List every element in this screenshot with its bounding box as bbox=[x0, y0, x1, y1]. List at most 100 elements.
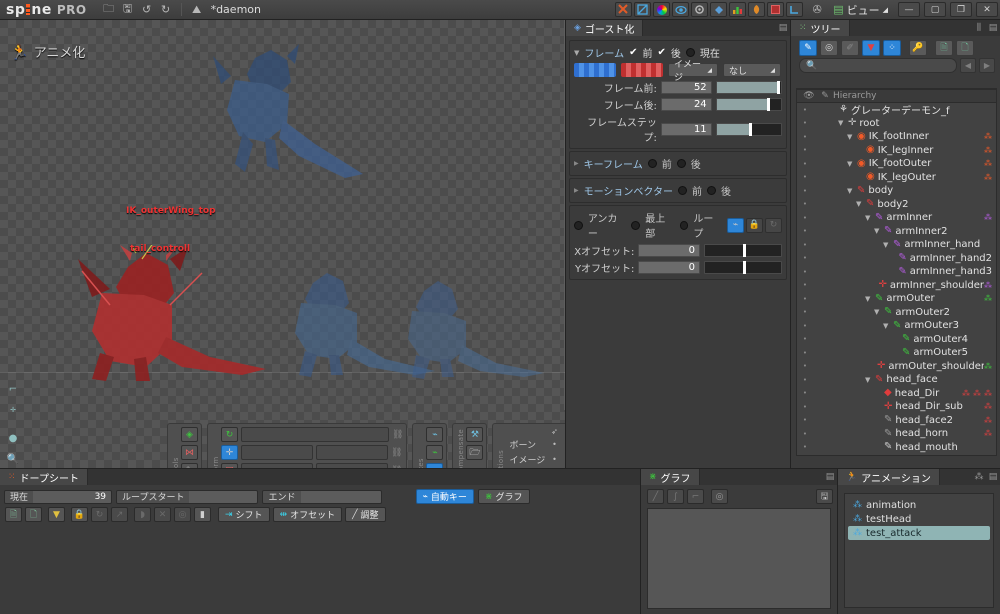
constraint-badge-icon[interactable]: ⁂ bbox=[962, 389, 970, 398]
visibility-toggle[interactable]: • bbox=[797, 349, 813, 357]
visibility-toggle[interactable]: • bbox=[797, 281, 813, 289]
undo-view-icon[interactable] bbox=[786, 2, 804, 17]
image-select-toggle[interactable]: • bbox=[547, 455, 561, 464]
tree-rows[interactable]: • ⚘ グレーターデーモン_f • ▼ ✛ root • ▼ ◉ IK_footInner ⁂ • ◉ IK… bbox=[797, 103, 996, 455]
maximize-button[interactable]: ▢ bbox=[924, 2, 946, 17]
tree-row[interactable]: • ◉ IK_legOuter ⁂ bbox=[797, 171, 996, 185]
ghost-color-after-swatch[interactable] bbox=[621, 63, 663, 77]
tree-row[interactable]: • ▼ ◉ IK_footOuter ⁂ bbox=[797, 157, 996, 171]
options-row-bone[interactable]: ボーン • • • bbox=[509, 438, 565, 451]
visibility-toggle[interactable]: • bbox=[797, 308, 813, 316]
tree-row[interactable]: • ▼ ✎ armInner_hand bbox=[797, 238, 996, 252]
tree-row[interactable]: • ▼ ✛ root bbox=[797, 117, 996, 131]
ease-icon[interactable]: ↗ bbox=[111, 507, 128, 522]
visibility-toggle[interactable]: • bbox=[797, 295, 813, 303]
frame-step-field-value[interactable]: 11 bbox=[660, 122, 712, 136]
visibility-toggle[interactable]: • bbox=[797, 200, 813, 208]
ghost-icon[interactable] bbox=[710, 2, 728, 17]
visibility-toggle[interactable]: • bbox=[797, 146, 813, 154]
eye-icon[interactable] bbox=[672, 2, 690, 17]
constraint-badge-icon[interactable]: ⁂ bbox=[984, 173, 992, 182]
create-icon[interactable]: ◈ bbox=[181, 427, 198, 442]
transform-row-rotate[interactable]: ↻ ⛓ bbox=[221, 427, 403, 442]
graph-tools[interactable]: ╱ ∫ ⌐ ◎ 🖫 bbox=[641, 485, 837, 506]
tree-row[interactable]: • ▼ ✎ armOuter ⁂ bbox=[797, 292, 996, 306]
close-button[interactable]: ✕ bbox=[976, 2, 998, 17]
target-icon[interactable]: ◎ bbox=[711, 489, 728, 504]
end-value[interactable] bbox=[300, 490, 381, 503]
twist-icon[interactable]: ▼ bbox=[874, 227, 881, 235]
visibility-toggle[interactable]: • bbox=[797, 443, 813, 451]
compensate-palette[interactable]: Compensate ⚒ 🗁 bbox=[452, 423, 488, 468]
visibility-toggle[interactable]: • bbox=[797, 187, 813, 195]
visibility-toggle[interactable]: • bbox=[797, 403, 813, 411]
loop-icon[interactable]: ↻ bbox=[91, 507, 108, 522]
visibility-toggle[interactable]: • bbox=[797, 430, 813, 438]
twist-icon[interactable]: ▼ bbox=[865, 376, 872, 384]
visibility-toggle[interactable]: • bbox=[797, 389, 813, 397]
slot-filter-icon[interactable]: ◎ bbox=[820, 40, 838, 56]
panel-menu-icon[interactable]: ▤ bbox=[823, 469, 837, 485]
tree-sort-icon[interactable]: ⫼ bbox=[972, 20, 986, 36]
frame-before-slider[interactable] bbox=[715, 81, 782, 94]
twist-icon[interactable]: ▼ bbox=[874, 308, 881, 316]
key-selected-icon[interactable]: 🗋 bbox=[25, 507, 42, 522]
redo-icon[interactable]: ↻ bbox=[158, 2, 174, 18]
ghost-icon[interactable]: ◗ bbox=[134, 507, 151, 522]
graph-icon[interactable] bbox=[729, 2, 747, 17]
selection-filter-icon[interactable]: ⁘ bbox=[883, 40, 901, 56]
tree-row[interactable]: • ▼ ✎ armInner ⁂ bbox=[797, 211, 996, 225]
twist-icon[interactable]: ▼ bbox=[847, 160, 854, 168]
tree-row[interactable]: • ▼ ◉ IK_footInner ⁂ bbox=[797, 130, 996, 144]
compensate-image-icon[interactable]: 🗁 bbox=[466, 445, 484, 460]
lock-icon[interactable]: 🔒 bbox=[71, 507, 88, 522]
ghost-none-dropdown[interactable]: なし ◢ bbox=[723, 63, 781, 77]
expand-icon[interactable]: 🗋 bbox=[956, 40, 974, 56]
twist-icon[interactable]: ▼ bbox=[856, 200, 863, 208]
constraint-badge-icon[interactable]: ⁂ bbox=[984, 213, 992, 222]
crop-icon[interactable]: ⌐ bbox=[6, 382, 21, 396]
minimize-button[interactable]: — bbox=[898, 2, 920, 17]
tree-row[interactable]: • ✎ armInner_hand2 bbox=[797, 252, 996, 266]
offset-button[interactable]: ⇹ オフセット bbox=[272, 507, 343, 522]
constraint-filter-icon[interactable]: ▼ bbox=[862, 40, 880, 56]
view-menu-button[interactable]: ▤ ビュー ◢ bbox=[827, 2, 894, 18]
mesh-filter-icon[interactable]: ✐ bbox=[841, 40, 859, 56]
ghost-type-dropdown[interactable]: イメージ ◢ bbox=[668, 60, 718, 83]
frame-after-check[interactable]: ✔ bbox=[657, 47, 665, 58]
viewport[interactable]: 🏃 アニメ化 IK_outerWing_top tail_controll ⌐ … bbox=[0, 20, 565, 468]
twist-icon[interactable]: ▼ bbox=[883, 322, 890, 330]
tab-tree[interactable]: ⁙ ツリー bbox=[791, 20, 850, 36]
constraint-badge-icon[interactable]: ⁂ bbox=[984, 402, 992, 411]
tree-row[interactable]: • ✎ armOuter4 bbox=[797, 333, 996, 347]
top-check[interactable] bbox=[631, 220, 641, 230]
tree-row[interactable]: • ▼ ✎ head_face bbox=[797, 373, 996, 387]
shift-button[interactable]: ⇥ シフト bbox=[218, 507, 270, 522]
search-filter-icon[interactable]: 🔑 bbox=[909, 40, 927, 56]
color-icon[interactable] bbox=[653, 2, 671, 17]
export-icon[interactable]: ⛰ bbox=[189, 2, 205, 18]
motion-before-check[interactable] bbox=[678, 186, 688, 195]
current-frame-value[interactable]: 39 bbox=[33, 490, 112, 503]
tree-row[interactable]: • ▼ ✎ armOuter2 bbox=[797, 306, 996, 320]
constraint-badge-icon[interactable]: ⁂ bbox=[984, 389, 992, 398]
tree-body[interactable]: 👁 ✎ Hierarchy • ⚘ グレーターデーモン_f • ▼ ✛ root • ▼ ◉ IK_… bbox=[796, 88, 997, 456]
frame-step-slider[interactable] bbox=[715, 122, 782, 136]
visibility-toggle[interactable]: • bbox=[797, 241, 813, 249]
bone-filter-icon[interactable]: ✎ bbox=[799, 40, 817, 56]
autokey-button[interactable]: ⌁ 自動キー bbox=[415, 489, 474, 504]
twist-icon[interactable]: ▼ bbox=[883, 241, 890, 249]
constraint-badge-icon[interactable]: ⁂ bbox=[984, 146, 992, 155]
transform-palette[interactable]: Transform ↻ ⛓ ✛ ⛓ ◪ bbox=[207, 423, 408, 468]
nav-back-button[interactable]: ◀ bbox=[960, 58, 976, 73]
bind-icon[interactable]: ⋈ bbox=[181, 445, 198, 460]
key-all-icon[interactable]: 🗎 bbox=[5, 507, 22, 522]
tree-row[interactable]: •▼✎wingInner_ALL bbox=[797, 454, 996, 455]
skeleton-icon[interactable] bbox=[615, 2, 633, 17]
anchor-check[interactable] bbox=[574, 220, 583, 230]
tree-row[interactable]: • ✛ armOuter_shoulder ⁂ bbox=[797, 360, 996, 374]
end-field[interactable]: エンド bbox=[262, 489, 382, 504]
link-icon[interactable]: ⛓ bbox=[392, 430, 403, 440]
visibility-toggle[interactable]: • bbox=[797, 416, 813, 424]
tree-row[interactable]: • ⚘ グレーターデーモン_f bbox=[797, 103, 996, 117]
